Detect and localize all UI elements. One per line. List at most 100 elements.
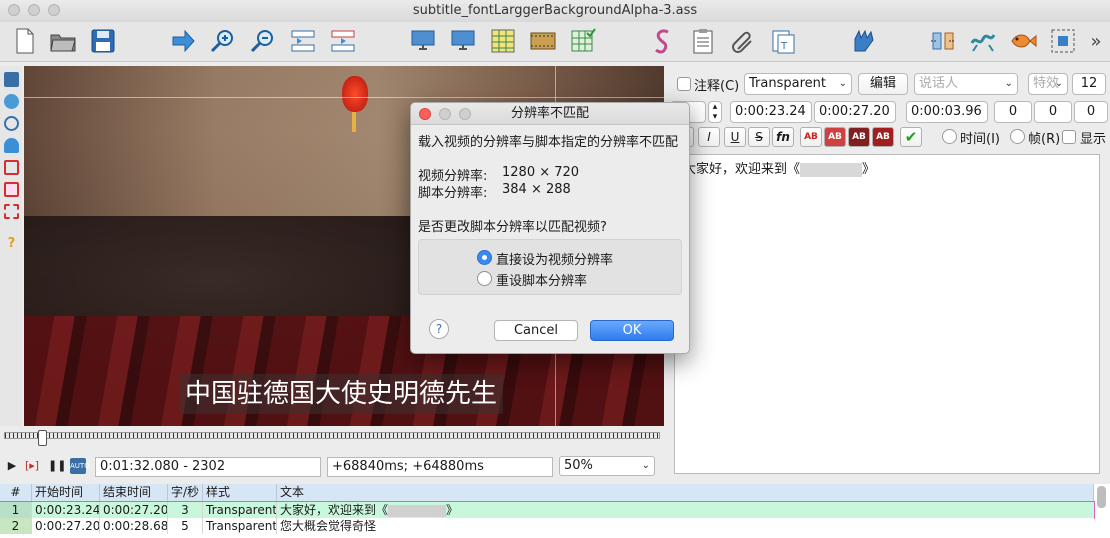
table-row[interactable]: 2 0:00:27.20 0:00:28.68 5 Transparent 您大… xyxy=(0,518,1094,534)
close-window-button[interactable] xyxy=(8,4,20,16)
column-header-end[interactable]: 结束时间 xyxy=(100,484,168,501)
snap-end-button[interactable] xyxy=(448,26,478,56)
spellcheck-button[interactable] xyxy=(1008,26,1038,56)
margin-left-field[interactable]: 0 xyxy=(994,101,1032,123)
rotate-z-tool-icon[interactable] xyxy=(4,116,19,131)
font-size-field[interactable]: 12 xyxy=(1072,73,1106,95)
seek-thumb[interactable] xyxy=(38,430,47,446)
row-number: 2 xyxy=(0,518,32,534)
minimize-window-button[interactable] xyxy=(28,4,40,16)
style-select[interactable]: Transparent ⌄ xyxy=(744,73,852,95)
start-time-field[interactable]: 0:00:23.24 xyxy=(730,101,812,123)
shadow-color-button[interactable]: AB xyxy=(872,127,894,147)
strikeout-button[interactable]: S xyxy=(748,127,770,147)
select-lines-button[interactable] xyxy=(1048,26,1078,56)
duration-field[interactable]: 0:00:03.96 xyxy=(906,101,988,123)
comment-checkbox[interactable] xyxy=(677,77,691,91)
zoom-in-button[interactable] xyxy=(208,26,238,56)
edit-style-button[interactable]: 编辑 xyxy=(858,73,908,95)
margin-vertical-field[interactable]: 0 xyxy=(1074,101,1108,123)
jump-to-button[interactable] xyxy=(168,26,198,56)
pause-button[interactable]: ❚❚ xyxy=(48,458,66,474)
ok-button[interactable]: OK xyxy=(590,320,674,341)
play-button[interactable]: ▶ xyxy=(4,458,20,474)
properties-button[interactable] xyxy=(688,26,718,56)
commit-button[interactable]: ✔ xyxy=(900,127,922,147)
jump-video-to-end-button[interactable] xyxy=(328,26,358,56)
row-start: 0:00:23.24 xyxy=(32,502,100,518)
vector-clip-tool-icon[interactable] xyxy=(4,204,19,219)
drag-tool-icon[interactable] xyxy=(4,94,19,109)
font-button[interactable]: fn xyxy=(772,127,794,147)
secondary-color-button[interactable]: AB xyxy=(824,127,846,147)
jump-video-to-start-button[interactable] xyxy=(288,26,318,56)
save-file-button[interactable] xyxy=(88,26,118,56)
video-details-button[interactable] xyxy=(528,26,558,56)
actor-select[interactable]: 说话人 ⌄ xyxy=(914,73,1018,95)
timing-toolbox-button[interactable] xyxy=(568,26,598,56)
effect-select[interactable]: 特效 ⌄ xyxy=(1028,73,1068,95)
column-header-start[interactable]: 开始时间 xyxy=(32,484,100,501)
open-file-button[interactable] xyxy=(48,26,78,56)
paperclip-icon xyxy=(732,31,752,53)
underline-button[interactable]: U xyxy=(724,127,746,147)
redacted-block xyxy=(800,162,863,177)
main-toolbar: T » xyxy=(0,22,1110,62)
frame-radio[interactable] xyxy=(1010,129,1025,144)
column-header-cps[interactable]: 字/秒 xyxy=(168,484,203,501)
kanji-timer-button[interactable] xyxy=(848,26,878,56)
fish-icon xyxy=(1011,34,1037,48)
help-tool-icon[interactable]: ? xyxy=(4,236,19,251)
cancel-button[interactable]: Cancel xyxy=(494,320,578,341)
show-original-checkbox[interactable] xyxy=(1062,130,1076,144)
rotate-xy-tool-icon[interactable] xyxy=(4,138,19,153)
end-time-field[interactable]: 0:00:27.20 xyxy=(814,101,896,123)
snap-start-button[interactable] xyxy=(408,26,438,56)
styles-manager-button[interactable] xyxy=(488,26,518,56)
clip-rect-tool-icon[interactable] xyxy=(4,182,19,197)
column-header-number[interactable]: # xyxy=(0,484,32,501)
column-header-text[interactable]: 文本 xyxy=(277,484,1094,501)
visual-tools-bar: ? xyxy=(0,66,22,426)
zoom-select[interactable]: 50% ⌄ xyxy=(559,456,655,476)
margin-right-field[interactable]: 0 xyxy=(1034,101,1072,123)
italic-button[interactable]: I xyxy=(698,127,720,147)
resize-arrows-icon xyxy=(931,32,955,50)
subtitle-text: 大家好，欢迎来到《 xyxy=(683,162,801,177)
dialog-close-button[interactable] xyxy=(419,108,431,120)
reset-script-resolution-radio[interactable] xyxy=(477,271,492,286)
dialog-help-button[interactable]: ? xyxy=(429,319,449,339)
attachments-button[interactable] xyxy=(728,26,758,56)
video-seek-slider[interactable] xyxy=(4,428,660,448)
zoom-out-button[interactable] xyxy=(248,26,278,56)
time-frame-field[interactable]: 0:01:32.080 - 2302 xyxy=(95,457,321,477)
column-header-style[interactable]: 样式 xyxy=(203,484,277,501)
time-radio[interactable] xyxy=(942,129,957,144)
dialog-minimize-button xyxy=(439,108,451,120)
toolbar-overflow-button[interactable]: » xyxy=(1084,26,1108,56)
set-to-video-resolution-radio[interactable] xyxy=(477,250,492,265)
play-line-button[interactable]: [▸] xyxy=(24,458,40,474)
standard-tool-icon[interactable] xyxy=(4,72,19,87)
outline-color-button[interactable]: AB xyxy=(848,127,870,147)
zoom-value: 50% xyxy=(564,458,593,473)
redacted-block xyxy=(388,504,447,517)
row-text: 您大概会觉得奇怪 xyxy=(280,519,377,533)
chevron-down-icon: ⌄ xyxy=(1004,78,1013,89)
translation-assistant-button[interactable] xyxy=(968,26,998,56)
checkmark-icon: ✔ xyxy=(904,128,918,146)
subtitle-text-editor[interactable]: 大家好，欢迎来到《 》 xyxy=(674,154,1100,474)
table-row[interactable]: 1 0:00:23.24 0:00:27.20 3 Transparent 大家… xyxy=(0,501,1095,519)
chevron-down-icon: ⌄ xyxy=(1054,78,1063,89)
new-file-button[interactable] xyxy=(10,26,40,56)
autoscroll-toggle[interactable]: AUTO xyxy=(70,458,90,474)
layer-stepper[interactable]: ▴ ▾ xyxy=(708,101,722,123)
resample-button[interactable] xyxy=(928,26,958,56)
scale-tool-icon[interactable] xyxy=(4,160,19,175)
primary-color-button[interactable]: AB xyxy=(800,127,822,147)
grid-scrollbar[interactable] xyxy=(1097,486,1106,508)
lantern-decoration xyxy=(342,76,368,112)
zoom-window-button[interactable] xyxy=(48,4,60,16)
fonts-collector-button[interactable]: T xyxy=(768,26,798,56)
automation-button[interactable] xyxy=(648,26,678,56)
